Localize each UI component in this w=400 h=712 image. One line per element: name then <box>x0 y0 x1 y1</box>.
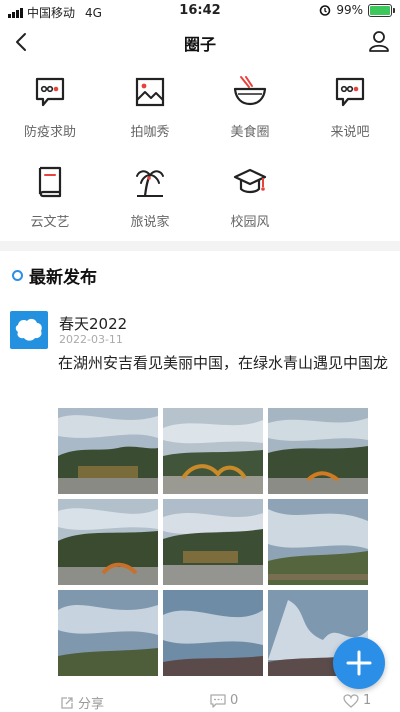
category-label: 拍咖秀 <box>130 125 170 140</box>
graduation-cap-icon <box>233 168 267 194</box>
section-dot-icon <box>12 270 23 281</box>
share-button[interactable]: 分享 <box>60 693 104 712</box>
category-item[interactable]: 来说吧 <box>300 70 400 150</box>
category-label: 美食圈 <box>230 125 270 140</box>
photo-thumbnail[interactable] <box>58 408 158 494</box>
section-header: 最新发布 <box>12 263 97 288</box>
comment-icon <box>210 693 226 708</box>
battery-icon <box>368 3 395 17</box>
category-label: 旅说家 <box>130 215 170 230</box>
like-count: 1 <box>363 693 372 708</box>
heart-icon <box>343 693 359 708</box>
category-label: 来说吧 <box>330 125 370 140</box>
avatar[interactable] <box>10 311 48 349</box>
post-date: 2022-03-11 <box>59 333 123 346</box>
category-item[interactable]: 校园风 <box>200 160 300 240</box>
photo-thumbnail[interactable] <box>58 590 158 676</box>
plus-icon <box>346 650 372 676</box>
like-button[interactable]: 1 <box>343 693 371 708</box>
page-title: 圈子 <box>183 35 216 54</box>
section-title: 最新发布 <box>29 268 97 288</box>
post-username[interactable]: 春天2022 <box>59 313 127 334</box>
share-label: 分享 <box>78 697 105 712</box>
picture-icon <box>135 77 165 107</box>
category-label: 校园风 <box>230 215 270 230</box>
comment-count: 0 <box>230 693 239 708</box>
post-text: 在湖州安吉看见美丽中国，在绿水青山遇见中国龙 <box>58 354 389 372</box>
category-label: 防疫求助 <box>23 125 76 140</box>
alarm-lock-icon <box>320 5 331 16</box>
category-item[interactable]: 拍咖秀 <box>100 70 200 150</box>
photo-thumbnail[interactable] <box>268 499 368 585</box>
chat-bubble-icon <box>35 77 65 107</box>
comment-button[interactable]: 0 <box>210 693 238 708</box>
status-right: 99% <box>319 3 395 17</box>
section-divider <box>0 241 400 251</box>
nav-bar: 圈子 <box>0 22 400 62</box>
category-item[interactable]: 防疫求助 <box>0 70 100 150</box>
photo-thumbnail[interactable] <box>163 499 263 585</box>
photo-thumbnail[interactable] <box>163 408 263 494</box>
category-item[interactable]: 旅说家 <box>100 160 200 240</box>
photo-thumbnail[interactable] <box>58 499 158 585</box>
book-icon <box>38 166 62 198</box>
category-label: 云文艺 <box>30 215 70 230</box>
photo-thumbnail[interactable] <box>268 408 368 494</box>
food-bowl-icon <box>233 76 267 106</box>
user-icon[interactable] <box>366 28 392 54</box>
status-bar: 中国移动 4G 16:42 99% <box>0 0 400 22</box>
palm-tree-icon <box>136 170 164 197</box>
category-item[interactable]: 美食圈 <box>200 70 300 150</box>
post-actions: 分享 0 1 <box>0 693 400 712</box>
avatar-map-icon <box>15 318 42 341</box>
battery-percent: 99% <box>336 3 363 17</box>
add-post-button[interactable] <box>333 637 385 689</box>
category-item[interactable]: 云文艺 <box>0 160 100 240</box>
share-icon <box>61 696 73 709</box>
photo-thumbnail[interactable] <box>163 590 263 676</box>
chat-bubble-icon <box>335 77 365 107</box>
